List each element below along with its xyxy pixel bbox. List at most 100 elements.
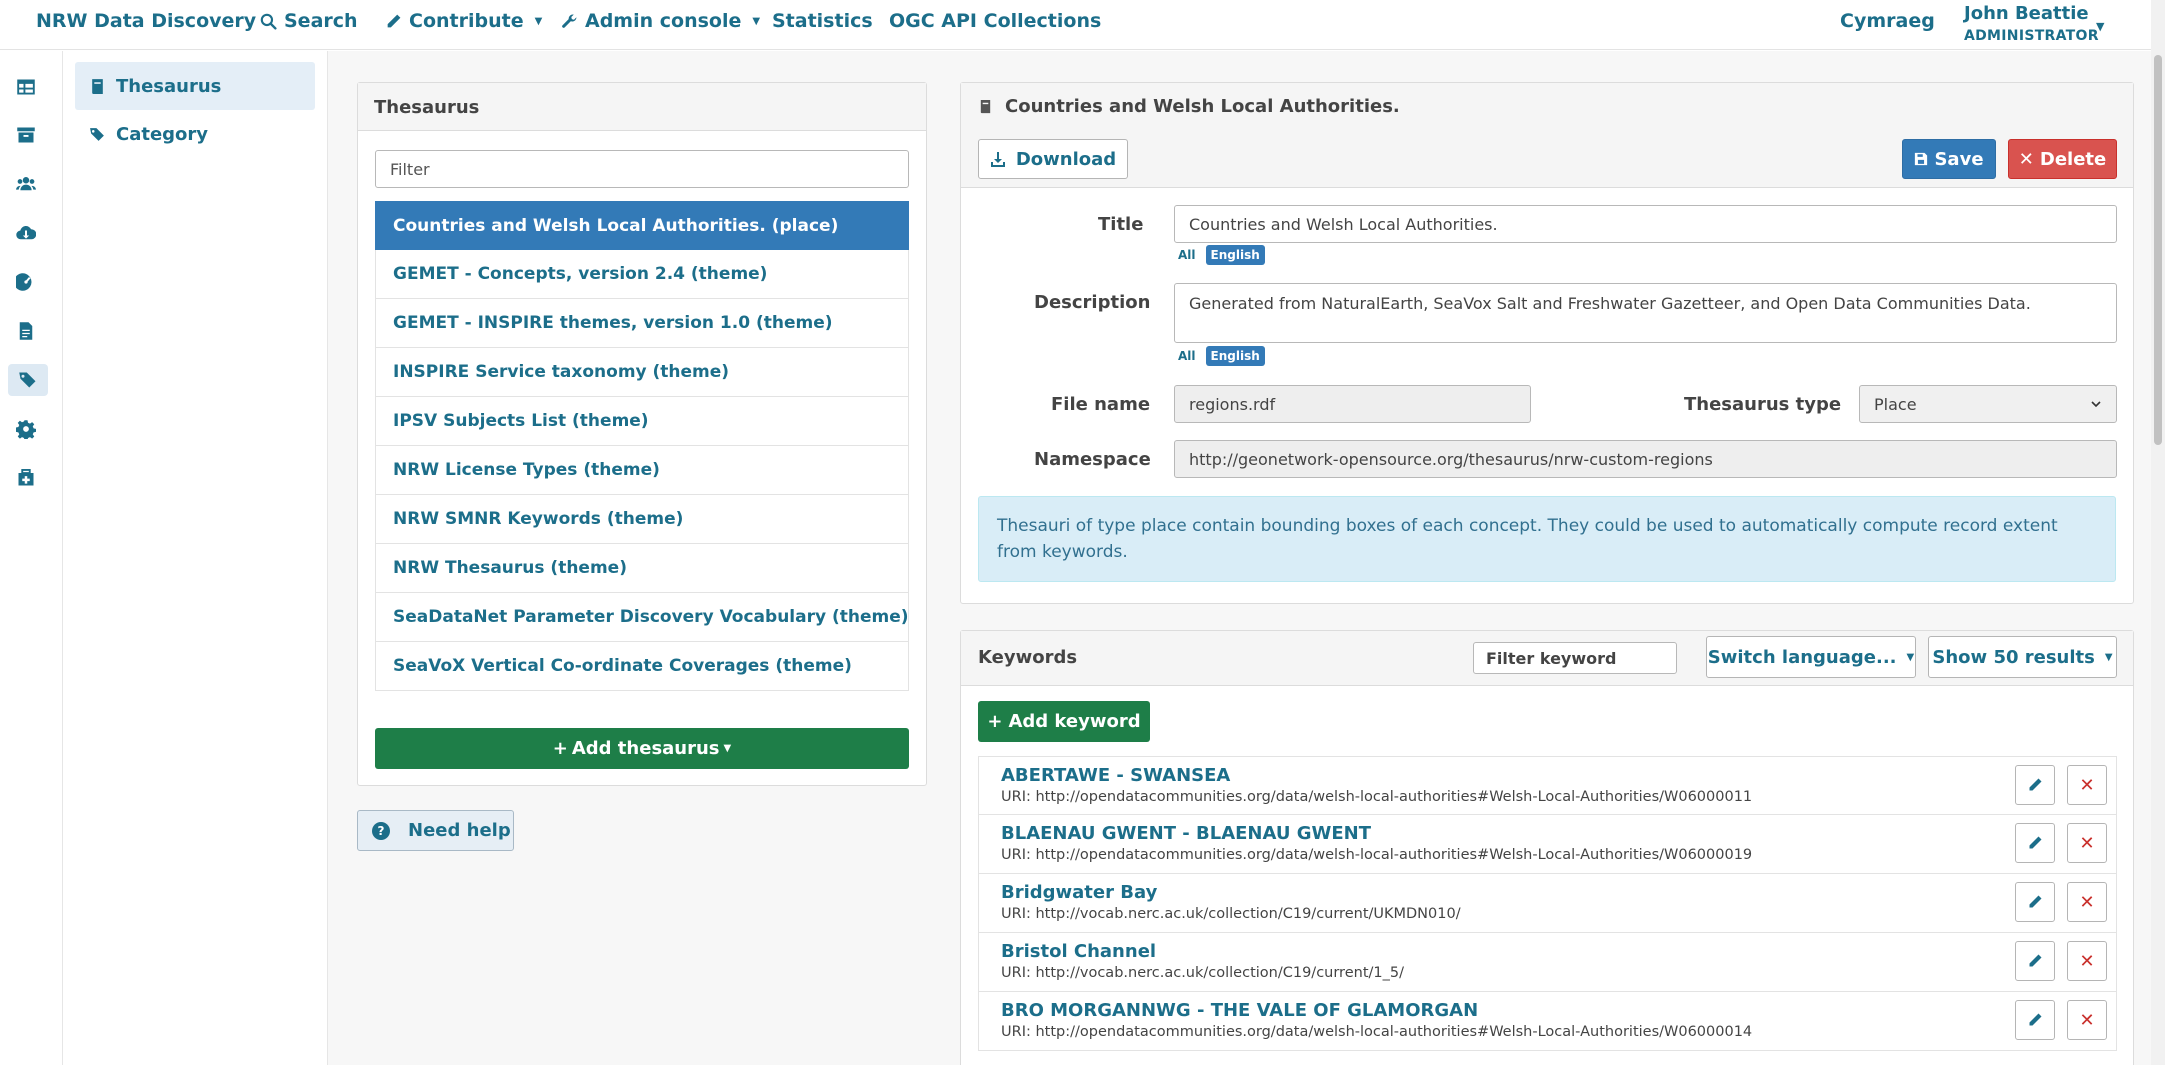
keyword-uri: URI: http://vocab.nerc.ac.uk/collection/… <box>1001 906 1461 922</box>
need-help-button[interactable]: ? Need help <box>357 810 514 851</box>
lang-english-tab[interactable]: English <box>1205 346 1265 366</box>
thesaurus-list-item[interactable]: INSPIRE Service taxonomy (theme) <box>375 348 909 397</box>
edit-keyword-button[interactable] <box>2015 882 2055 922</box>
book-icon <box>980 99 991 114</box>
download-icon <box>990 152 1005 167</box>
lang-english-tab[interactable]: English <box>1205 245 1265 265</box>
thesaurus-filter-input[interactable]: Filter <box>375 150 909 188</box>
delete-label: Delete <box>2039 148 2107 170</box>
delete-keyword-button[interactable]: ✕ <box>2067 1000 2107 1040</box>
subnav-thesaurus-label: Thesaurus <box>116 75 222 97</box>
add-keyword-label: Add keyword <box>1008 711 1141 732</box>
title-field[interactable]: Countries and Welsh Local Authorities. <box>1174 205 2117 243</box>
show-results-dropdown[interactable]: Show 50 results ▼ <box>1928 636 2117 678</box>
thesaurus-list-item[interactable]: IPSV Subjects List (theme) <box>375 397 909 446</box>
thesaurus-list-item[interactable]: Countries and Welsh Local Authorities. (… <box>375 201 909 250</box>
medkit-icon[interactable] <box>12 462 40 494</box>
keyword-filter-input[interactable]: Filter keyword <box>1473 642 1677 674</box>
admin-console-menu[interactable]: Admin console ▼ <box>561 10 760 32</box>
keyword-row: BLAENAU GWENT - BLAENAU GWENT URI: http:… <box>978 815 2117 874</box>
need-help-label: Need help <box>408 820 511 841</box>
plus-icon: + <box>552 738 568 759</box>
tags-icon[interactable] <box>8 364 48 396</box>
thesaurus-type-value: Place <box>1874 394 1917 414</box>
gear-icon[interactable] <box>12 413 40 445</box>
add-keyword-button[interactable]: + Add keyword <box>978 701 1150 742</box>
thesaurus-list-panel: Thesaurus Filter Countries and Welsh Loc… <box>357 82 927 786</box>
contribute-menu[interactable]: Contribute ▼ <box>385 10 542 32</box>
namespace-label: Namespace <box>1034 449 1151 470</box>
delete-button[interactable]: ✕ Delete <box>2008 139 2117 179</box>
thesaurus-type-select[interactable]: Place <box>1859 385 2117 423</box>
table-icon[interactable] <box>12 71 40 103</box>
chevron-down-icon: ▼ <box>534 15 543 27</box>
language-label: Cymraeg <box>1840 10 1935 32</box>
keywords-panel: Keywords Filter keyword Switch language.… <box>960 630 2134 1065</box>
add-thesaurus-button[interactable]: + Add thesaurus ▼ <box>375 728 909 769</box>
edit-keyword-button[interactable] <box>2015 1000 2055 1040</box>
statistics-label: Statistics <box>772 10 873 32</box>
lang-all-tab[interactable]: All <box>1174 246 1200 264</box>
delete-keyword-button[interactable]: ✕ <box>2067 765 2107 805</box>
subnav-category-label: Category <box>116 123 209 145</box>
user-role: ADMINISTRATOR <box>1964 28 2099 44</box>
edit-keyword-button[interactable] <box>2015 765 2055 805</box>
search-label: Search <box>284 10 358 32</box>
thesaurus-list-item[interactable]: SeaDataNet Parameter Discovery Vocabular… <box>375 593 909 642</box>
thesaurus-list-item[interactable]: SeaVoX Vertical Co-ordinate Coverages (t… <box>375 642 909 691</box>
keyword-uri: URI: http://opendatacommunities.org/data… <box>1001 1024 1753 1040</box>
thesaurus-type-label: Thesaurus type <box>1684 394 1842 415</box>
page-scrollbar[interactable] <box>2151 0 2165 1065</box>
keyword-name[interactable]: ABERTAWE - SWANSEA <box>1001 765 1230 786</box>
save-button[interactable]: Save <box>1902 139 1996 179</box>
brand-link[interactable]: NRW Data Discovery <box>36 10 256 32</box>
ogc-collections-link[interactable]: OGC API Collections <box>889 10 1101 32</box>
thesaurus-list-item[interactable]: NRW License Types (theme) <box>375 446 909 495</box>
namespace-field[interactable]: http://geonetwork-opensource.org/thesaur… <box>1174 440 2117 478</box>
delete-keyword-button[interactable]: ✕ <box>2067 941 2107 981</box>
pencil-icon <box>2029 778 2042 791</box>
dashboard-icon[interactable] <box>12 266 40 298</box>
pencil-icon <box>2029 954 2042 967</box>
thesaurus-list-item[interactable]: NRW SMNR Keywords (theme) <box>375 495 909 544</box>
save-label: Save <box>1934 148 1984 170</box>
switch-language-label: Switch language... <box>1707 646 1897 668</box>
subnav-item-category[interactable]: Category <box>75 110 315 158</box>
file-icon[interactable] <box>12 315 40 347</box>
detail-heading: Countries and Welsh Local Authorities. <box>1005 96 1400 117</box>
thesaurus-list-item[interactable]: GEMET - Concepts, version 2.4 (theme) <box>375 250 909 299</box>
search-link[interactable]: Search <box>260 10 358 32</box>
keyword-row: BRO MORGANNWG - THE VALE OF GLAMORGAN UR… <box>978 992 2117 1051</box>
thesaurus-list-item[interactable]: NRW Thesaurus (theme) <box>375 544 909 593</box>
statistics-link[interactable]: Statistics <box>772 10 873 32</box>
scrollbar-thumb[interactable] <box>2154 55 2162 445</box>
delete-keyword-button[interactable]: ✕ <box>2067 823 2107 863</box>
lang-all-tab[interactable]: All <box>1174 347 1200 365</box>
users-icon[interactable] <box>12 168 40 200</box>
keyword-name[interactable]: BRO MORGANNWG - THE VALE OF GLAMORGAN <box>1001 1000 1478 1021</box>
user-menu[interactable]: John Beattie ADMINISTRATOR <box>1964 3 2099 44</box>
description-field[interactable]: Generated from NaturalEarth, SeaVox Salt… <box>1174 283 2117 343</box>
pencil-icon <box>2029 836 2042 849</box>
edit-keyword-button[interactable] <box>2015 941 2055 981</box>
language-switch[interactable]: Cymraeg <box>1840 10 1935 32</box>
search-icon <box>260 13 277 30</box>
thesaurus-list: Countries and Welsh Local Authorities. (… <box>375 201 909 691</box>
switch-language-dropdown[interactable]: Switch language... ▼ <box>1706 636 1916 678</box>
admin-subnav: Thesaurus Category <box>63 51 328 1065</box>
book-icon <box>92 78 103 94</box>
delete-keyword-button[interactable]: ✕ <box>2067 882 2107 922</box>
edit-keyword-button[interactable] <box>2015 823 2055 863</box>
thesaurus-list-item[interactable]: GEMET - INSPIRE themes, version 1.0 (the… <box>375 299 909 348</box>
keyword-name[interactable]: Bristol Channel <box>1001 941 1156 962</box>
user-name: John Beattie <box>1964 3 2089 24</box>
download-button[interactable]: Download <box>978 139 1128 179</box>
cloud-download-icon[interactable] <box>12 217 40 249</box>
chevron-down-icon[interactable]: ▼ <box>2096 20 2104 33</box>
keyword-name[interactable]: Bridgwater Bay <box>1001 882 1157 903</box>
subnav-item-thesaurus[interactable]: Thesaurus <box>75 62 315 110</box>
keyword-name[interactable]: BLAENAU GWENT - BLAENAU GWENT <box>1001 823 1371 844</box>
plus-icon: + <box>987 711 1003 732</box>
archive-icon[interactable] <box>12 119 40 151</box>
filename-field[interactable]: regions.rdf <box>1174 385 1531 423</box>
